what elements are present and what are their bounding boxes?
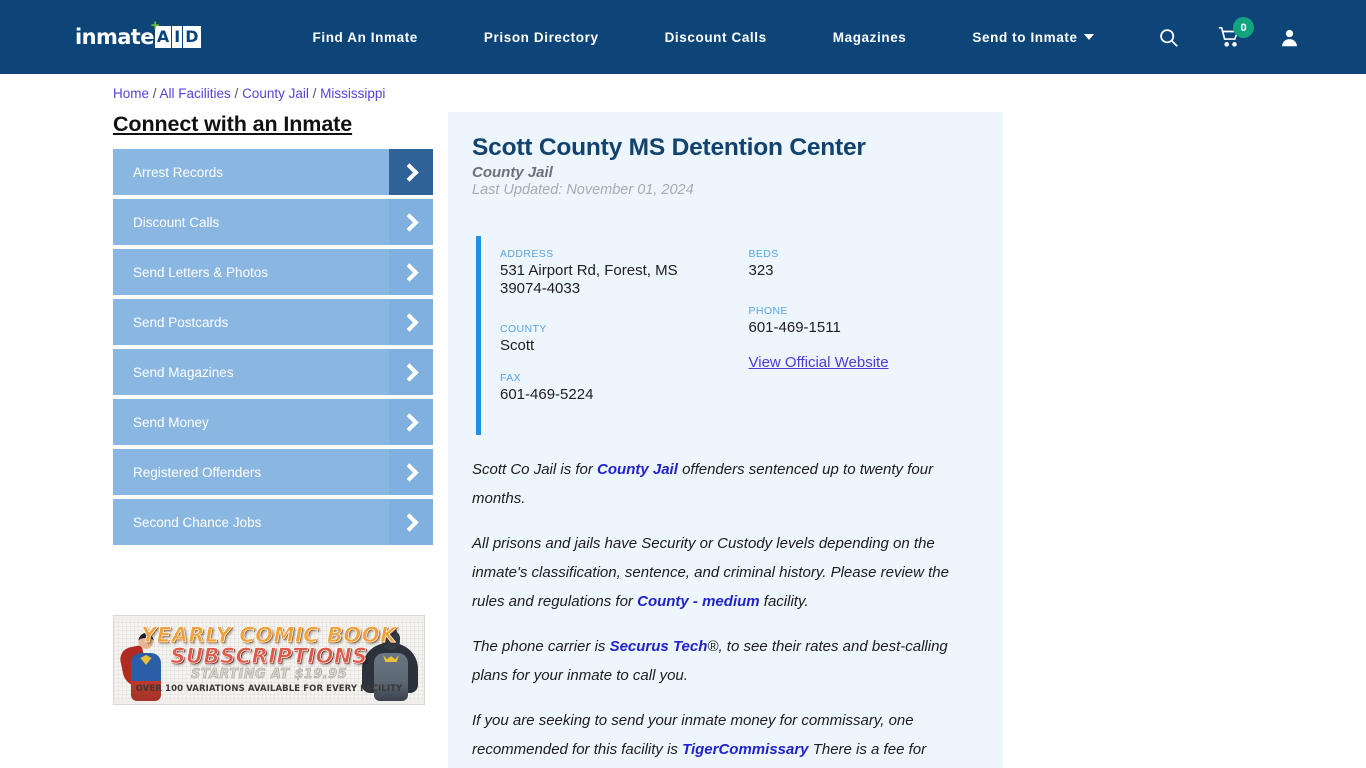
facility-detail-panel: Scott County MS Detention Center County …: [448, 112, 1003, 768]
county-label: COUNTY: [500, 323, 547, 335]
breadcrumb-item-county-jail[interactable]: County Jail: [242, 86, 309, 101]
phone-value: 601-469-1511: [748, 319, 841, 336]
sidebar: Connect with an Inmate Arrest Records Di…: [113, 112, 433, 549]
sidebar-item-label: Arrest Records: [133, 164, 224, 180]
ad-headline-line2: SUBSCRIPTIONS: [170, 644, 368, 669]
chevron-right-icon: [389, 449, 433, 495]
logo-plus-icon: +: [150, 17, 160, 34]
breadcrumb-item-mississippi[interactable]: Mississippi: [320, 86, 385, 101]
sidebar-item-second-chance-jobs[interactable]: Second Chance Jobs: [113, 499, 433, 545]
beds-label: BEDS: [748, 248, 779, 260]
info-column-left: ADDRESS 531 Airport Rd, Forest, MS 39074…: [500, 248, 725, 421]
search-icon[interactable]: [1158, 27, 1179, 48]
comic-book-ad-banner[interactable]: YEARLY COMIC BOOK SUBSCRIPTIONS STARTING…: [113, 615, 425, 705]
chevron-down-icon: [1083, 33, 1094, 40]
chevron-right-icon: [389, 399, 433, 445]
chevron-right-icon: [389, 249, 433, 295]
sidebar-item-send-magazines[interactable]: Send Magazines: [113, 349, 433, 395]
description-paragraph: All prisons and jails have Security or C…: [472, 535, 949, 610]
breadcrumb-separator: /: [149, 86, 160, 101]
sidebar-item-label: Send Money: [133, 414, 209, 430]
facility-info-box: ADDRESS 531 Airport Rd, Forest, MS 39074…: [472, 236, 973, 435]
cart-count-badge: 0: [1233, 17, 1254, 38]
chevron-right-icon: [389, 299, 433, 345]
sidebar-item-send-postcards[interactable]: Send Postcards: [113, 299, 433, 345]
description-paragraph: The phone carrier is Securus Tech®, to s…: [472, 638, 948, 684]
logo-letter-i: I: [172, 26, 183, 48]
logo-letter-d: D: [183, 26, 201, 48]
logo-wordmark: inmate: [75, 25, 154, 49]
breadcrumb-item-home[interactable]: Home: [113, 86, 149, 101]
site-header: inmate A I D + Find An Inmate Prison Dir…: [0, 0, 1366, 74]
description-paragraph: Scott Co Jail is for County Jail offende…: [472, 461, 934, 507]
nav-label: Find An Inmate: [312, 29, 418, 45]
fax-value: 601-469-5224: [500, 386, 594, 403]
nav-item-find-an-inmate[interactable]: Find An Inmate: [280, 30, 451, 45]
sidebar-item-label: Discount Calls: [133, 214, 220, 230]
nav-item-magazines[interactable]: Magazines: [800, 30, 940, 45]
ad-price-text: STARTING AT $19.95: [190, 667, 348, 683]
nav-label: Prison Directory: [483, 29, 599, 45]
sidebar-title: Connect with an Inmate: [113, 112, 353, 136]
chevron-right-icon: [389, 349, 433, 395]
nav-item-send-to-inmate[interactable]: Send to Inmate: [939, 30, 1126, 45]
address-value: 531 Airport Rd, Forest, MS 39074-4033: [500, 262, 678, 297]
county-value: Scott: [500, 337, 535, 354]
phone-label: PHONE: [748, 305, 788, 317]
sidebar-item-label: Send Postcards: [133, 314, 229, 330]
chevron-right-icon: [389, 149, 433, 195]
account-icon[interactable]: [1279, 27, 1300, 48]
fax-label: FAX: [500, 372, 522, 384]
nav-item-prison-directory[interactable]: Prison Directory: [451, 30, 632, 45]
page-title: Scott County MS Detention Center: [472, 134, 866, 161]
nav-item-discount-calls[interactable]: Discount Calls: [632, 30, 800, 45]
sidebar-item-send-letters-photos[interactable]: Send Letters & Photos: [113, 249, 433, 295]
sidebar-item-label: Send Letters & Photos: [133, 264, 269, 280]
breadcrumb-separator: /: [308, 86, 321, 101]
cart-icon[interactable]: 0: [1217, 17, 1254, 48]
beds-value: 323: [748, 262, 774, 279]
nav-label: Send to Inmate: [972, 29, 1078, 45]
nav-label: Discount Calls: [664, 29, 767, 45]
view-official-website-link[interactable]: View Official Website: [749, 354, 889, 371]
header-icon-group: 0: [1158, 17, 1300, 48]
facility-description: Scott Co Jail is for County Jail offende…: [472, 455, 973, 768]
chevron-right-icon: [389, 199, 433, 245]
sidebar-item-label: Send Magazines: [133, 364, 234, 380]
info-column-right: BEDS 323 PHONE 601-469-1511 View Officia…: [725, 248, 974, 421]
sidebar-item-label: Registered Offenders: [133, 464, 262, 480]
nav-label: Magazines: [832, 29, 907, 45]
sidebar-item-label: Second Chance Jobs: [133, 514, 262, 530]
sidebar-item-discount-calls[interactable]: Discount Calls: [113, 199, 433, 245]
site-logo[interactable]: inmate A I D +: [75, 18, 202, 50]
last-updated-text: Last Updated: November 01, 2024: [472, 182, 694, 198]
facility-type: County Jail: [472, 164, 553, 181]
description-paragraph: If you are seeking to send your inmate m…: [472, 712, 927, 758]
main-navigation: Find An Inmate Prison Directory Discount…: [280, 30, 1127, 45]
sidebar-item-send-money[interactable]: Send Money: [113, 399, 433, 445]
breadcrumb-item-all-facilities[interactable]: All Facilities: [160, 86, 231, 101]
breadcrumb-separator: /: [230, 86, 243, 101]
breadcrumb: Home / All Facilities / County Jail / Mi…: [113, 86, 385, 101]
logo-aid-blocks: A I D: [154, 26, 202, 48]
chevron-right-icon: [389, 499, 433, 545]
sidebar-item-arrest-records[interactable]: Arrest Records: [113, 149, 433, 195]
sidebar-item-registered-offenders[interactable]: Registered Offenders: [113, 449, 433, 495]
ad-subtext: OVER 100 VARIATIONS AVAILABLE FOR EVERY …: [135, 684, 403, 694]
address-label: ADDRESS: [500, 248, 554, 260]
